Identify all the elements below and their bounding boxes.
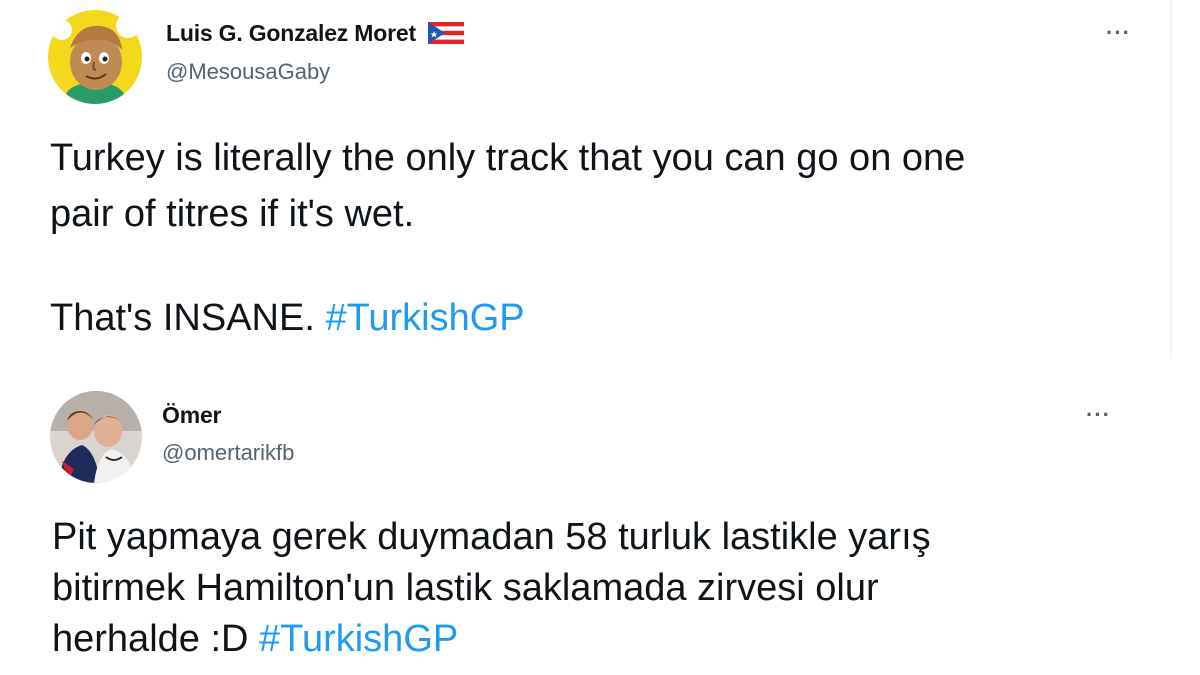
display-name[interactable]: Luis G. Gonzalez Moret (166, 20, 465, 47)
tweet-card[interactable]: Luis G. Gonzalez Moret @MesousaGaby ··· … (0, 0, 1200, 360)
display-name[interactable]: Ömer (162, 402, 221, 429)
tweet-text-line: pair of titres if it's wet. (50, 193, 415, 235)
cartoon-avatar-icon (48, 10, 142, 104)
more-options-icon[interactable]: ··· (1086, 402, 1111, 428)
avatar[interactable] (48, 10, 142, 104)
avatar[interactable] (50, 391, 142, 483)
tweet-text-line: herhalde :D #TurkishGP (52, 613, 458, 665)
puerto-rico-flag-icon (428, 21, 465, 44)
divider (1170, 0, 1172, 358)
tweet-text-line: bitirmek Hamilton'un lastik saklamada zi… (52, 567, 879, 609)
tweet-screenshot: Luis G. Gonzalez Moret @MesousaGaby ··· … (0, 0, 1200, 675)
user-handle[interactable]: @MesousaGaby (166, 59, 330, 85)
tweet-card[interactable]: Ömer @omertarikfb ··· Pit yapmaya gerek … (0, 360, 1200, 675)
more-options-icon[interactable]: ··· (1106, 20, 1131, 46)
tweet-text-line: Turkey is literally the only track that … (50, 137, 966, 179)
tweet-text-line: That's INSANE. #TurkishGP (50, 292, 525, 344)
tweet-text-line: Pit yapmaya gerek duymadan 58 turluk las… (52, 516, 931, 558)
hashtag-link[interactable]: #TurkishGP (325, 297, 524, 339)
tweet-text-fragment: That's INSANE. (50, 297, 326, 339)
tweet-text-fragment: herhalde :D (52, 618, 260, 660)
user-handle[interactable]: @omertarikfb (162, 440, 294, 466)
photo-avatar-icon (50, 391, 142, 483)
hashtag-link[interactable]: #TurkishGP (259, 618, 458, 660)
